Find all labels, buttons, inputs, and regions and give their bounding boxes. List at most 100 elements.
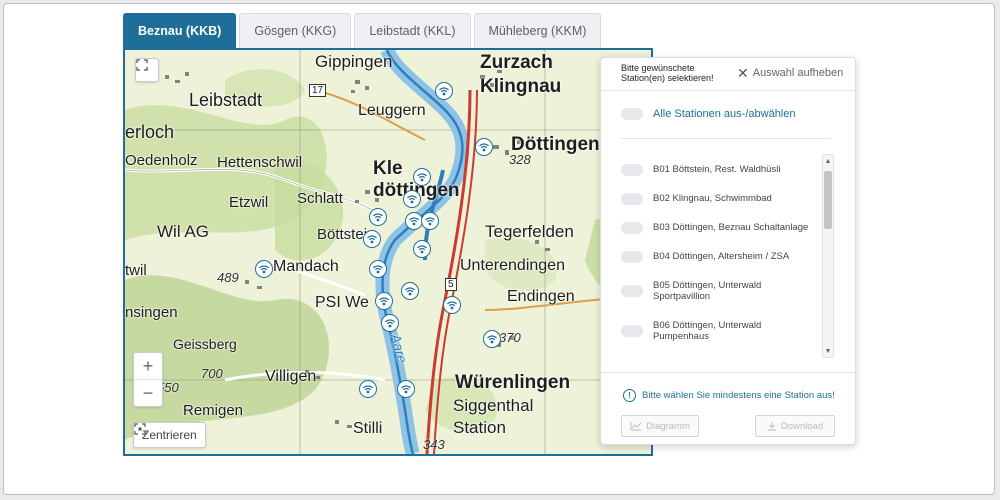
map-place-label: Würenlingen [455, 372, 571, 393]
station-item-b02[interactable]: B02 Klingnau, Schwimmbad [621, 184, 826, 213]
center-map-button[interactable]: Zentrieren [133, 422, 206, 448]
tab-muehleberg[interactable]: Mühleberg (KKM) [473, 13, 602, 48]
scroll-thumb[interactable] [824, 171, 832, 229]
station-marker-icon[interactable] [435, 82, 453, 100]
map-place-label: twil [125, 262, 147, 279]
station-marker-icon[interactable] [369, 260, 387, 278]
map-place-label: Endingen [507, 288, 575, 305]
road-number-label: 5 [445, 278, 457, 291]
map-place-label: nsingen [125, 304, 178, 321]
station-list: B01 Böttstein, Rest. Waldhüsli B02 Kling… [621, 155, 826, 361]
download-label: Download [780, 420, 824, 432]
station-label: B02 Klingnau, Schwimmbad [653, 193, 772, 204]
map-place-label: Zurzach [480, 52, 553, 73]
station-marker-icon[interactable] [483, 330, 501, 348]
station-label: B05 Döttingen, Unterwald Sportpavillion [653, 280, 762, 302]
station-marker-icon[interactable] [369, 208, 387, 226]
toggle-switch[interactable] [621, 221, 643, 234]
toggle-switch[interactable] [621, 192, 643, 205]
map-place-label: Geissberg [173, 336, 237, 352]
station-marker-icon[interactable] [421, 212, 439, 230]
map-height-label: 328 [509, 152, 531, 167]
tab-beznau[interactable]: Beznau (KKB) [123, 13, 237, 48]
station-marker-icon[interactable] [413, 168, 431, 186]
toggle-switch[interactable] [621, 325, 643, 337]
map-height-label: 370 [499, 330, 521, 345]
map-place-label: Gippingen [315, 52, 393, 71]
map-place-label: Mandach [273, 258, 339, 275]
download-icon [767, 422, 776, 431]
map-place-label: Tegerfelden [485, 222, 574, 241]
clear-selection-button[interactable]: ✕ Auswahl aufheben [737, 65, 843, 81]
plant-tabs: Beznau (KKB) Gösgen (KKG) Leibstadt (KKL… [123, 13, 602, 48]
station-marker-icon[interactable] [443, 296, 461, 314]
diagram-label: Diagramm [646, 420, 690, 432]
station-marker-icon[interactable] [413, 240, 431, 258]
station-label: B04 Döttingen, Altersheim / ZSA [653, 251, 790, 262]
center-map-label: Zentrieren [142, 428, 197, 442]
station-item-b05[interactable]: B05 Döttingen, Unterwald Sportpavillion [621, 271, 826, 311]
scroll-up-icon[interactable]: ▲ [823, 155, 833, 167]
map-place-label: Remigen [183, 402, 244, 419]
station-marker-icon[interactable] [375, 292, 393, 310]
station-marker-icon[interactable] [397, 380, 415, 398]
zoom-controls: + − [133, 352, 163, 407]
map-place-label: Station [453, 418, 506, 437]
map-place-label: Böttstei [317, 226, 368, 243]
panel-header: Bitte gewünschete Station(en) selektiere… [601, 58, 855, 91]
chart-icon [630, 422, 642, 431]
selection-prompt: Bitte gewünschete Station(en) selektiere… [621, 63, 714, 83]
station-item-b04[interactable]: B04 Döttingen, Altersheim / ZSA [621, 242, 826, 271]
tab-leibstadt[interactable]: Leibstadt (KKL) [354, 13, 471, 48]
station-list-scrollbar[interactable]: ▲ ▼ [822, 154, 834, 358]
station-panel: Bitte gewünschete Station(en) selektiere… [600, 57, 856, 445]
map-place-label: Kle [373, 158, 403, 179]
diagram-button[interactable]: Diagramm [621, 415, 699, 437]
station-label: B03 Döttingen, Beznau Schaltanlage [653, 222, 809, 233]
station-marker-icon[interactable] [255, 260, 273, 278]
toggle-switch[interactable] [621, 108, 643, 120]
map-view[interactable]: Gippingen Zurzach Leibstadt Klingnau Leugger… [123, 48, 653, 456]
validation-hint: ! Bitte wählen Sie mindestens eine Stati… [623, 389, 835, 402]
zoom-out-button[interactable]: − [134, 379, 162, 406]
road-number-label: 17 [309, 84, 327, 97]
map-place-label: PSI We [315, 294, 369, 311]
map-place-label: erloch [125, 122, 175, 142]
station-marker-icon[interactable] [475, 138, 493, 156]
station-item-b03[interactable]: B03 Döttingen, Beznau Schaltanlage [621, 213, 826, 242]
map-height-label: 489 [217, 270, 239, 285]
toggle-switch[interactable] [621, 285, 643, 297]
download-button[interactable]: Download [755, 415, 835, 437]
station-label: B06 Döttingen, Unterwald Pumpenhaus [653, 320, 762, 342]
scroll-down-icon[interactable]: ▼ [823, 345, 833, 357]
info-icon: ! [623, 389, 636, 402]
divider [601, 372, 855, 373]
station-marker-icon[interactable] [359, 380, 377, 398]
toggle-switch[interactable] [621, 250, 643, 263]
target-icon [134, 423, 146, 435]
close-icon: ✕ [737, 65, 749, 81]
divider [621, 138, 831, 139]
map-place-label: Hettenschwil [217, 154, 303, 171]
tab-goesgen[interactable]: Gösgen (KKG) [239, 13, 352, 48]
map-place-label: Villigen [265, 368, 317, 385]
map-place-label: Klingnau [480, 76, 562, 97]
zoom-in-button[interactable]: + [134, 353, 162, 379]
map-place-label: Wil AG [157, 222, 209, 241]
fullscreen-button[interactable] [135, 58, 159, 82]
station-marker-icon[interactable] [363, 230, 381, 248]
station-label: B01 Böttstein, Rest. Waldhüsli [653, 164, 781, 175]
station-marker-icon[interactable] [403, 190, 421, 208]
select-all-toggle[interactable]: Alle Stationen aus-/abwählen [621, 108, 795, 120]
station-item-b06[interactable]: B06 Döttingen, Unterwald Pumpenhaus [621, 311, 826, 351]
station-item-b01[interactable]: B01 Böttstein, Rest. Waldhüsli [621, 155, 826, 184]
station-marker-icon[interactable] [401, 282, 419, 300]
map-place-label: Leuggern [358, 102, 426, 119]
toggle-switch[interactable] [621, 163, 643, 176]
map-place-label: Leibstadt [189, 90, 263, 110]
select-all-label: Alle Stationen aus-/abwählen [653, 108, 796, 120]
map-place-label: Etzwil [229, 194, 269, 211]
map-height-label: 343 [423, 437, 445, 452]
station-marker-icon[interactable] [381, 314, 399, 332]
map-place-label: Stilli [353, 420, 383, 437]
